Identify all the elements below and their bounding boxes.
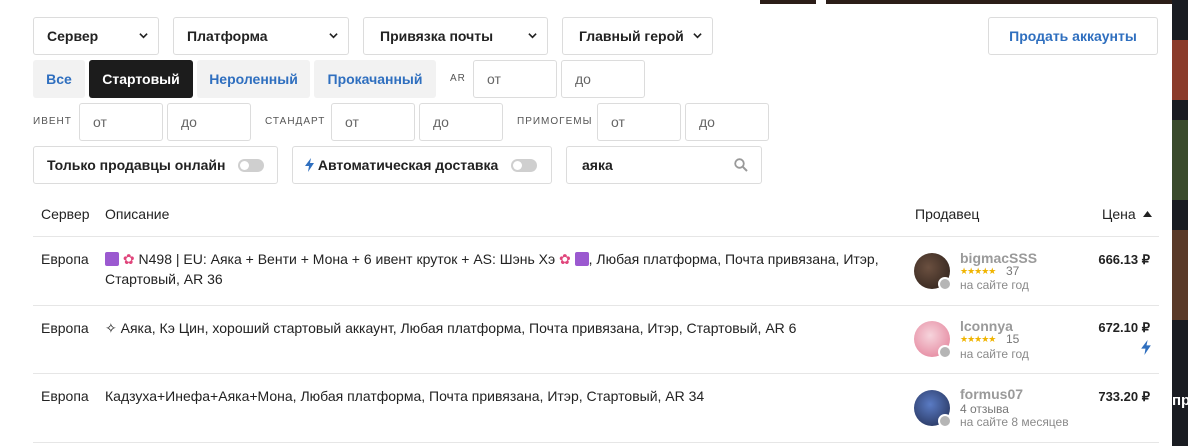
row-description[interactable]: Кадзуха+Инефа+Аяка+Мона, Любая платформа… [105,386,905,406]
ar-label: AR [450,73,466,84]
col-header-seller[interactable]: Продавец [915,206,979,222]
review-count: 37 [1006,264,1020,278]
event-from-input[interactable]: от [79,103,163,141]
online-sellers-toggle[interactable]: Только продавцы онлайн [33,146,278,184]
col-header-server[interactable]: Сервер [41,206,90,222]
ar-from-input[interactable]: от [473,60,557,98]
flower-icon: ✿ [559,251,571,267]
rating-stars: ★★★★★ [960,266,996,276]
divider [33,305,1159,306]
seller-name[interactable]: formus07 [960,386,1023,402]
search-value: аяка [582,157,613,173]
main-hero-select-label: Главный герой [579,28,684,44]
row-server: Европа [41,320,89,336]
row-description-line2: Стартовый, AR 36 [105,271,223,287]
toggle-switch[interactable] [238,159,264,172]
seller-name[interactable]: bigmacSSS [960,250,1037,266]
auto-delivery-toggle[interactable]: Автоматическая доставка [292,146,552,184]
segment-unrolled[interactable]: Нероленный [197,60,310,98]
flower-icon: ✿ [122,251,135,267]
chevron-down-icon [693,33,702,39]
platform-select-label: Платформа [187,28,268,44]
standard-to-input[interactable]: до [419,103,503,141]
primogems-label: ПРИМОГЕМЫ [517,116,593,127]
email-binding-select-label: Привязка почты [380,28,494,44]
primogems-from-input[interactable]: от [597,103,681,141]
main-hero-select[interactable]: Главный герой [562,17,713,55]
event-label: ИВЕНТ [33,116,72,127]
offline-status-dot [938,277,952,291]
col-header-description: Описание [105,206,170,222]
search-input[interactable]: аяка [566,146,762,184]
col-header-price[interactable]: Цена [1102,206,1152,222]
seller-online-status: на сайте год [960,278,1029,292]
chevron-down-icon [528,33,537,39]
lightning-icon [305,158,314,172]
platform-select[interactable]: Платформа [173,17,349,55]
standard-label: СТАНДАРТ [265,116,326,127]
divider [33,442,1159,443]
chevron-down-icon [329,33,338,39]
server-select[interactable]: Сервер [33,17,159,55]
seller-online-status: на сайте год [960,347,1029,361]
auto-delivery-label: Автоматическая доставка [317,157,499,173]
rating-stars: ★★★★★ [960,334,996,344]
review-count: 15 [1006,332,1020,346]
edge-text: пр [1172,392,1188,409]
row-description[interactable]: ✿ N498 | EU: Аяка + Венти + Мона + 6 иве… [105,249,905,289]
purple-square-icon [574,252,589,266]
chevron-down-icon [139,33,148,39]
purple-square-icon [105,252,119,266]
divider [33,236,1159,237]
col-header-price-label: Цена [1102,206,1136,222]
row-price: 672.10 ₽ [1098,320,1150,335]
row-server: Европа [41,251,89,267]
seller-online-status: на сайте 8 месяцев [960,415,1069,429]
row-price: 733.20 ₽ [1098,389,1150,404]
segment-leveled[interactable]: Прокачанный [314,60,436,98]
sell-accounts-button[interactable]: Продать аккаунты [988,17,1158,55]
seller-name[interactable]: lconnya [960,318,1013,334]
online-sellers-label: Только продавцы онлайн [47,157,226,173]
row-description-main: N498 | EU: Аяка + Венти + Мона + 6 ивент… [138,251,556,267]
offline-status-dot [938,414,952,428]
standard-from-input[interactable]: от [331,103,415,141]
row-server: Европа [41,388,89,404]
event-to-input[interactable]: до [167,103,251,141]
sort-ascending-icon [1142,211,1152,217]
server-select-label: Сервер [47,28,99,44]
row-price: 666.13 ₽ [1098,252,1150,267]
divider [33,373,1159,374]
lightning-icon [1141,340,1151,355]
segment-starter[interactable]: Стартовый [89,60,193,98]
search-icon[interactable] [734,158,748,172]
segment-all[interactable]: Все [33,60,85,98]
toggle-switch[interactable] [511,159,537,172]
background-art-right: пр [1172,0,1188,446]
row-description[interactable]: ✧ Аяка, Кэ Цин, хороший стартовый аккаун… [105,318,905,338]
primogems-to-input[interactable]: до [685,103,769,141]
ar-to-input[interactable]: до [561,60,645,98]
offline-status-dot [938,345,952,359]
email-binding-select[interactable]: Привязка почты [363,17,548,55]
row-description-tail: , Любая платформа, Почта привязана, Итэр… [588,251,879,267]
background-art-top [760,0,1188,4]
review-count: 4 отзыва [960,402,1009,416]
